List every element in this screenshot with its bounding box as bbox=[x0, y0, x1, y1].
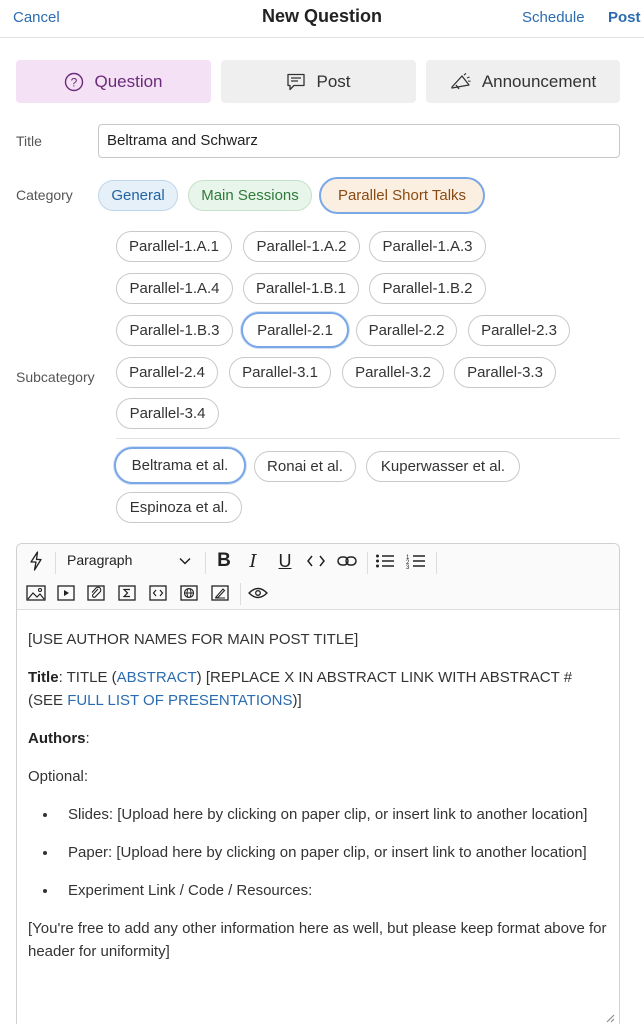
drawing-pen-icon[interactable] bbox=[209, 583, 231, 603]
subcategory-parallel-1b2[interactable]: Parallel-1.B.2 bbox=[369, 273, 486, 304]
code-block-icon[interactable] bbox=[147, 583, 169, 603]
embed-globe-icon[interactable] bbox=[178, 583, 200, 603]
lightning-icon[interactable] bbox=[27, 550, 45, 572]
subcategory-parallel-2-1[interactable]: Parallel-2.1 bbox=[241, 312, 349, 348]
editor-line-optional: Optional: bbox=[28, 768, 89, 785]
numbered-list-icon[interactable]: 123 bbox=[405, 552, 427, 570]
post-button[interactable]: Post bbox=[608, 9, 641, 26]
resize-handle-icon[interactable] bbox=[605, 1010, 615, 1024]
abstract-link[interactable]: ABSTRACT bbox=[117, 669, 197, 686]
paperclip-icon[interactable] bbox=[85, 583, 107, 603]
italic-button[interactable]: I bbox=[245, 549, 261, 573]
subcategory-parallel-1b1[interactable]: Parallel-1.B.1 bbox=[243, 273, 359, 304]
list-item: Slides: [Upload here by clicking on pape… bbox=[58, 803, 608, 826]
authors-colon: : bbox=[85, 730, 90, 747]
subcategory-parallel-3-4[interactable]: Parallel-3.4 bbox=[116, 398, 219, 429]
subcategory-divider bbox=[116, 438, 620, 439]
schedule-button[interactable]: Schedule bbox=[522, 9, 585, 26]
title-label: Title bbox=[16, 133, 42, 149]
image-icon[interactable] bbox=[25, 583, 47, 603]
full-list-link[interactable]: FULL LIST OF PRESENTATIONS bbox=[67, 692, 292, 709]
subcategory-parallel-3-2[interactable]: Parallel-3.2 bbox=[342, 357, 444, 388]
post-type-post[interactable]: Post bbox=[221, 60, 416, 103]
category-general[interactable]: General bbox=[98, 180, 178, 211]
subcategory-parallel-1a1[interactable]: Parallel-1.A.1 bbox=[116, 231, 232, 262]
question-circle-icon: ? bbox=[65, 72, 84, 91]
paragraph-style-select[interactable]: Paragraph bbox=[67, 552, 132, 568]
subcategory-parallel-2-3[interactable]: Parallel-2.3 bbox=[468, 315, 570, 346]
list-item: Paper: [Upload here by clicking on paper… bbox=[58, 841, 608, 864]
list-item: Experiment Link / Code / Resources: bbox=[58, 879, 608, 902]
inline-code-icon[interactable] bbox=[306, 552, 326, 570]
talk-kuperwasser[interactable]: Kuperwasser et al. bbox=[366, 451, 520, 482]
title-text: : TITLE ( bbox=[58, 669, 117, 686]
toolbar-separator bbox=[240, 583, 241, 605]
title-heading-text: Title bbox=[28, 669, 59, 686]
subcategory-parallel-3-1[interactable]: Parallel-3.1 bbox=[229, 357, 331, 388]
note-icon bbox=[287, 73, 306, 90]
top-bar: Cancel New Question Schedule Post bbox=[0, 0, 644, 38]
subcategory-parallel-1a3[interactable]: Parallel-1.A.3 bbox=[369, 231, 486, 262]
optional-bullet-list: Slides: [Upload here by clicking on pape… bbox=[58, 803, 608, 902]
post-type-question[interactable]: ? Question bbox=[16, 60, 211, 103]
subcategory-parallel-2-2[interactable]: Parallel-2.2 bbox=[356, 315, 457, 346]
subcategory-label: Subcategory bbox=[16, 369, 95, 385]
toolbar-separator bbox=[367, 552, 368, 574]
toolbar-separator bbox=[55, 552, 56, 574]
editor-line-footer: [You're free to add any other informatio… bbox=[28, 920, 607, 960]
post-type-post-label: Post bbox=[316, 71, 351, 91]
bullet-list-icon[interactable] bbox=[374, 552, 396, 570]
subcategory-parallel-3-3[interactable]: Parallel-3.3 bbox=[454, 357, 556, 388]
math-sigma-icon[interactable] bbox=[116, 583, 138, 603]
subcategory-parallel-1a2[interactable]: Parallel-1.A.2 bbox=[243, 231, 360, 262]
category-parallel-short-talks[interactable]: Parallel Short Talks bbox=[319, 177, 485, 214]
editor-line-authors: Authors: bbox=[28, 727, 608, 750]
category-label: Category bbox=[16, 187, 73, 203]
authors-heading-text: Authors bbox=[28, 730, 86, 747]
post-type-announcement[interactable]: Announcement bbox=[426, 60, 620, 103]
chevron-down-icon[interactable] bbox=[177, 553, 193, 569]
editor-content[interactable]: [USE AUTHOR NAMES FOR MAIN POST TITLE] T… bbox=[28, 628, 608, 978]
subcategory-parallel-2-4[interactable]: Parallel-2.4 bbox=[116, 357, 218, 388]
talk-ronai[interactable]: Ronai et al. bbox=[254, 451, 356, 482]
talk-beltrama[interactable]: Beltrama et al. bbox=[114, 447, 246, 484]
bold-button[interactable]: B bbox=[215, 549, 233, 573]
svg-text:3: 3 bbox=[406, 565, 410, 569]
post-type-announcement-label: Announcement bbox=[481, 71, 597, 91]
category-main-sessions[interactable]: Main Sessions bbox=[188, 180, 312, 211]
talk-espinoza[interactable]: Espinoza et al. bbox=[116, 492, 242, 523]
post-type-question-label: Question bbox=[94, 71, 163, 91]
toolbar-separator bbox=[205, 552, 206, 574]
editor-toolbar: Paragraph B I U 123 bbox=[17, 544, 619, 610]
eye-preview-icon[interactable] bbox=[247, 583, 269, 603]
rich-text-editor: Paragraph B I U 123 [USE AUTHOR NAMES FO… bbox=[16, 543, 620, 1024]
subcategory-parallel-1a4[interactable]: Parallel-1.A.4 bbox=[116, 273, 233, 304]
editor-line-title: Title: TITLE (ABSTRACT) [REPLACE X IN AB… bbox=[28, 666, 608, 712]
title-text: )] bbox=[292, 692, 302, 709]
svg-text:?: ? bbox=[71, 75, 78, 89]
megaphone-icon bbox=[451, 72, 471, 89]
link-icon[interactable] bbox=[336, 552, 358, 570]
toolbar-separator bbox=[436, 552, 437, 574]
editor-line-instruction: [USE AUTHOR NAMES FOR MAIN POST TITLE] bbox=[28, 631, 359, 648]
title-input[interactable]: Beltrama and Schwarz bbox=[98, 124, 620, 158]
subcategory-parallel-1b3[interactable]: Parallel-1.B.3 bbox=[116, 315, 233, 346]
video-icon[interactable] bbox=[55, 583, 77, 603]
underline-button[interactable]: U bbox=[276, 549, 294, 573]
paragraph-style-label: Paragraph bbox=[67, 552, 133, 568]
post-type-selector: ? Question Post Announcement bbox=[16, 60, 620, 103]
